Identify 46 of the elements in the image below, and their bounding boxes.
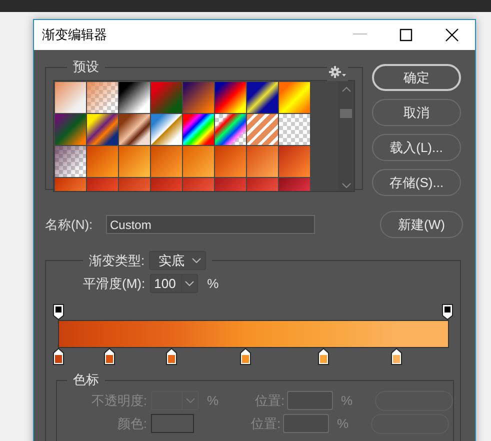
gradient-preset[interactable] [247,82,278,113]
name-field[interactable]: Custom [106,215,315,234]
percent-unit: % [341,393,354,408]
color-stop[interactable] [240,348,251,365]
maximize-button[interactable] [399,28,413,42]
gradient-preset[interactable] [183,82,214,113]
scroll-up-icon[interactable] [342,87,350,92]
close-button[interactable] [445,28,459,42]
gradient-preset[interactable] [183,114,214,145]
new-button[interactable]: 新建(W) [380,211,463,238]
name-label: 名称(N): [45,216,94,234]
opacity-stop[interactable] [53,304,64,320]
color-stop[interactable] [391,348,402,365]
color-swatch[interactable] [151,414,194,433]
gradient-preset[interactable] [215,82,246,113]
scroll-down-icon[interactable] [342,183,350,188]
color-stop[interactable] [53,348,64,365]
dialog-button[interactable]: 载入(L)... [372,134,461,161]
gradient-type-label: 渐变类型: [89,252,145,270]
color-stop[interactable] [104,348,115,365]
chevron-down-icon [186,398,195,403]
window-title: 渐变编辑器 [41,26,108,44]
dialog-button[interactable]: 取消 [372,99,461,126]
gradient-bar[interactable] [58,320,449,348]
smoothness-field[interactable]: 100 [150,274,198,293]
gradient-preset[interactable] [215,114,246,145]
stops-title: 色标 [72,371,100,389]
chevron-down-icon [192,258,201,263]
presets-title: 预设 [72,58,100,76]
dialog-button[interactable]: 确定 [372,64,461,91]
color-stop[interactable] [318,348,329,365]
gradient-type-dropdown[interactable]: 实底 [148,251,206,270]
chevron-down-icon [185,281,194,286]
color-stop[interactable] [166,348,177,365]
settings-icon[interactable] [329,66,346,78]
gradient-preset[interactable] [119,82,150,113]
dialog-button[interactable]: 存储(S)... [372,169,461,196]
percent-unit: % [207,276,219,291]
scrollbar-thumb[interactable] [340,109,352,118]
smoothness-label: 平滑度(M): [83,274,146,292]
opacity-stop[interactable] [442,304,453,320]
location-field[interactable] [283,414,329,433]
percent-unit: % [207,393,220,408]
percent-unit: % [337,416,350,431]
gradient-preset[interactable] [119,114,150,145]
gradient-preset[interactable] [87,114,118,145]
